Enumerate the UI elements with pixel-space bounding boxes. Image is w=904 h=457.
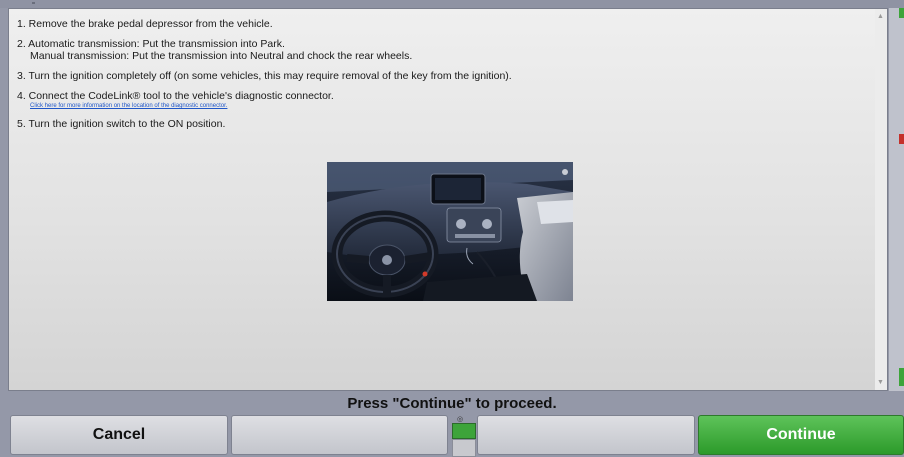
step-1: 1. Remove the brake pedal depressor from… (17, 18, 273, 30)
instruction-list: 1. Remove the brake pedal depressor from… (17, 18, 877, 138)
scroll-up-icon[interactable]: ▲ (877, 13, 884, 20)
top-strip-mark (32, 2, 35, 4)
prompt-text: Press "Continue" to proceed. (347, 395, 557, 412)
vertical-scrollbar[interactable]: ▲ ▼ (875, 9, 887, 390)
blank-button-left[interactable] (231, 415, 448, 455)
scroll-down-icon[interactable]: ▼ (877, 379, 884, 386)
cancel-button[interactable]: Cancel (10, 415, 228, 455)
step-2-line-2: Manual transmission: Put the transmissio… (30, 50, 413, 62)
vehicle-dashboard-image (327, 162, 573, 301)
step-2: 2. Automatic transmission: Put the trans… (17, 38, 877, 62)
diagnostic-connector-link[interactable]: Click here for more information on the l… (17, 102, 877, 110)
status-gray-block (452, 439, 476, 457)
blank-button-right[interactable] (477, 415, 695, 455)
side-red-indicator (899, 134, 904, 144)
continue-button[interactable]: Continue (698, 415, 904, 455)
side-green-indicator (899, 8, 904, 18)
status-green-block (452, 423, 476, 439)
side-panel-edge (889, 8, 904, 391)
center-indicator: ◎ (451, 415, 476, 457)
step-4-text: 4. Connect the CodeLink® tool to the veh… (17, 90, 334, 102)
instruction-panel: 1. Remove the brake pedal depressor from… (8, 8, 888, 391)
magnifier-icon: ◎ (457, 416, 464, 423)
step-5: 5. Turn the ignition switch to the ON po… (17, 118, 226, 130)
top-strip (0, 0, 904, 8)
step-2-line-1: 2. Automatic transmission: Put the trans… (17, 38, 285, 50)
step-3: 3. Turn the ignition completely off (on … (17, 70, 512, 82)
side-green-indicator-bottom (899, 368, 904, 386)
step-4: 4. Connect the CodeLink® tool to the veh… (17, 90, 877, 110)
